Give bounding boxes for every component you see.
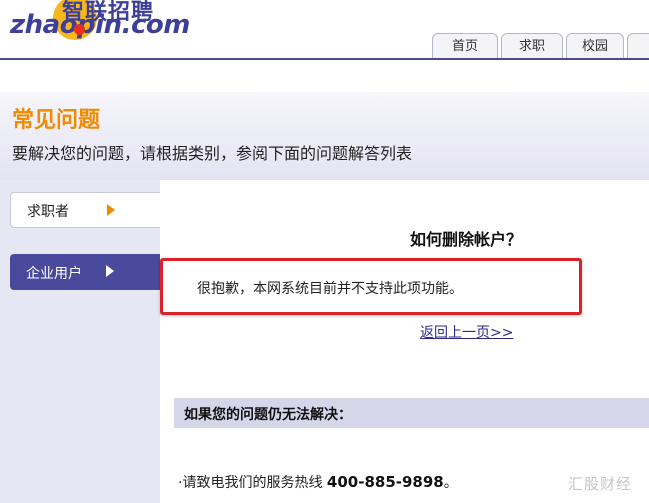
back-link[interactable]: 返回上一页>> (420, 322, 513, 342)
help-heading-bar: 如果您的问题仍无法解决： (174, 398, 649, 428)
sidebar-item-job-seeker[interactable]: 求职者 (10, 192, 160, 228)
logo-english[interactable]: zhaopin.com (10, 10, 190, 40)
hotline-prefix: ·请致电我们的服务热线 (178, 475, 323, 491)
tab-more[interactable] (627, 33, 649, 59)
page-title: 常见问题 (12, 108, 101, 133)
answer-text: 很抱歉，本网系统目前并不支持此项功能。 (197, 281, 463, 297)
sidebar-item-label: 求职者 (27, 204, 69, 220)
hotline-text: ·请致电我们的服务热线 400-885-9898。 (178, 472, 458, 492)
top-nav: 首页 求职 校园 (432, 33, 649, 59)
logo-dot-icon (74, 24, 85, 35)
tab-jobs[interactable]: 求职 (501, 33, 563, 59)
site-header: 智联招聘 zhaopin.com 首页 求职 校园 (0, 0, 649, 62)
hotline-suffix: 。 (443, 475, 458, 491)
tab-home[interactable]: 首页 (432, 33, 498, 59)
page-subtitle: 要解决您的问题，请根据类别，参阅下面的问题解答列表 (12, 144, 413, 163)
faq-content: 如何删除帐户？ 很抱歉，本网系统目前并不支持此项功能。 返回上一页>> 如果您的… (160, 198, 649, 503)
sidebar-item-label: 企业用户 (26, 266, 82, 282)
hotline-number: 400-885-9898 (326, 473, 444, 491)
header-divider (0, 58, 649, 60)
answer-box: 很抱歉，本网系统目前并不支持此项功能。 (160, 258, 582, 315)
sidebar: 求职者 企业用户 (0, 180, 160, 503)
tab-campus[interactable]: 校园 (566, 33, 624, 59)
sidebar-item-enterprise[interactable]: 企业用户 (10, 254, 160, 290)
arrow-right-icon (107, 204, 115, 216)
help-heading: 如果您的问题仍无法解决： (184, 407, 352, 423)
watermark: 汇股财经 (568, 475, 633, 493)
arrow-right-icon (106, 265, 114, 277)
title-band: 常见问题 要解决您的问题，请根据类别，参阅下面的问题解答列表 (0, 92, 649, 180)
question-title: 如何删除帐户？ (410, 230, 523, 249)
